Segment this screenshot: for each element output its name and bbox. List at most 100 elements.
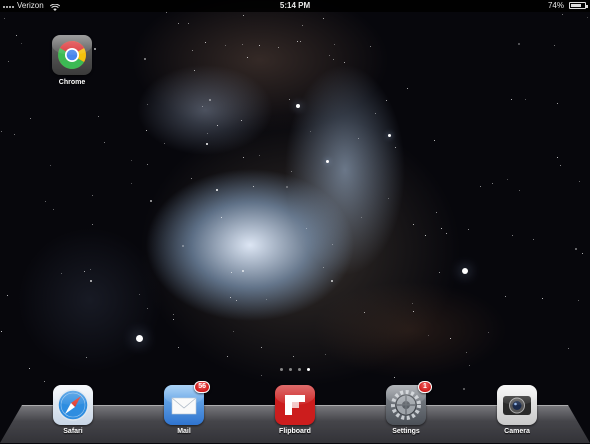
wallpaper-star [436,212,437,213]
wallpaper-star [306,228,307,229]
chrome-icon [52,35,92,75]
wallpaper-star [511,99,512,100]
dock-app-mail[interactable]: 56 Mail [154,381,214,435]
app-label: Safari [63,428,83,435]
wallpaper-star [364,312,365,313]
wallpaper-star [247,57,248,58]
app-label: Flipboard [279,428,311,435]
wallpaper-star [412,303,413,304]
wallpaper-star [386,100,387,101]
wallpaper-star [243,15,244,16]
wallpaper-star [323,267,324,268]
wallpaper-star [388,198,389,199]
wallpaper-star [236,300,237,301]
wallpaper-star [582,253,583,254]
wallpaper-star [92,195,93,196]
wallpaper-star [231,272,232,273]
wallpaper-star [413,224,414,225]
wallpaper-star [518,43,520,45]
wallpaper-star [302,25,303,26]
wallpaper-star [533,239,534,240]
app-chrome[interactable]: Chrome [42,35,102,86]
flipboard-icon [275,385,315,425]
wallpaper-star [293,356,294,357]
wallpaper-star [300,41,301,42]
wallpaper-star [98,116,99,117]
safari-icon [53,385,93,425]
wallpaper-star [178,347,179,348]
wallpaper-star [310,131,311,132]
wallpaper-star [450,338,451,339]
battery-icon [569,2,588,9]
wallpaper-star [560,165,561,166]
status-bar: Verizon 5:14 PM 74% [0,0,590,12]
dock-app-camera[interactable]: Camera [487,385,547,435]
wallpaper-star [329,55,330,56]
wallpaper-star [191,178,192,179]
wallpaper-star [242,44,243,45]
dock-app-settings[interactable]: 1 Settings [376,381,436,435]
wallpaper-star [278,47,279,48]
wallpaper-star [104,142,105,143]
wallpaper-star [289,99,290,100]
wallpaper-star [333,59,334,60]
wallpaper-star [86,357,87,358]
wallpaper-bright-star [462,268,468,274]
dock-app-safari[interactable]: Safari [43,385,103,435]
wallpaper-star [14,134,15,135]
status-time: 5:14 PM [279,1,311,10]
wallpaper-star [587,17,588,18]
wallpaper-star [505,296,506,297]
wallpaper-star [468,229,469,230]
wallpaper-star [332,244,333,245]
wallpaper-star [30,118,31,119]
wallpaper-star [480,186,481,187]
wallpaper-star [206,143,208,145]
wallpaper-star [216,189,218,191]
wallpaper-star [53,209,54,210]
wallpaper-star [428,335,429,336]
battery-percent: 74% [547,1,564,10]
wallpaper-star [578,300,579,301]
wallpaper-star [209,99,211,101]
wallpaper-star [325,354,326,355]
wallpaper-star [202,106,203,107]
app-label: Camera [504,428,530,435]
wallpaper-star [173,319,174,320]
wallpaper-star [147,164,148,165]
dock-app-flipboard[interactable]: Flipboard [265,385,325,435]
wallpaper-star [50,165,51,166]
wallpaper-star [579,181,580,182]
wallpaper-star [554,45,555,46]
wallpaper-star [241,120,242,121]
wallpaper-bright-star [296,104,300,108]
wallpaper-star [441,228,442,229]
wallpaper-star [542,298,543,299]
wallpaper-star [375,113,376,114]
wallpaper-star [1,131,2,132]
wallpaper-star [323,18,324,19]
wallpaper-star [7,295,8,296]
wallpaper-star [261,347,262,348]
wallpaper-star [425,235,426,236]
wallpaper-star [297,41,298,42]
app-label: Chrome [58,79,86,86]
wallpaper-star [242,270,244,272]
wallpaper-star [525,99,526,100]
wallpaper-star [466,352,467,353]
wallpaper-star [92,224,93,225]
wallpaper-star [557,103,558,104]
wallpaper-star [407,88,408,89]
wallpaper-star [173,314,174,315]
settings-badge: 1 [418,381,432,393]
wallpaper-star [434,140,435,141]
wallpaper-star [16,35,17,36]
page-indicator[interactable] [0,361,590,372]
mail-badge: 56 [194,381,210,393]
wallpaper-star [227,356,228,357]
wallpaper-star [164,143,165,144]
wallpaper-star [370,46,371,47]
app-label: Mail [177,428,191,435]
wallpaper-star [166,12,167,13]
wallpaper-star [139,294,140,295]
